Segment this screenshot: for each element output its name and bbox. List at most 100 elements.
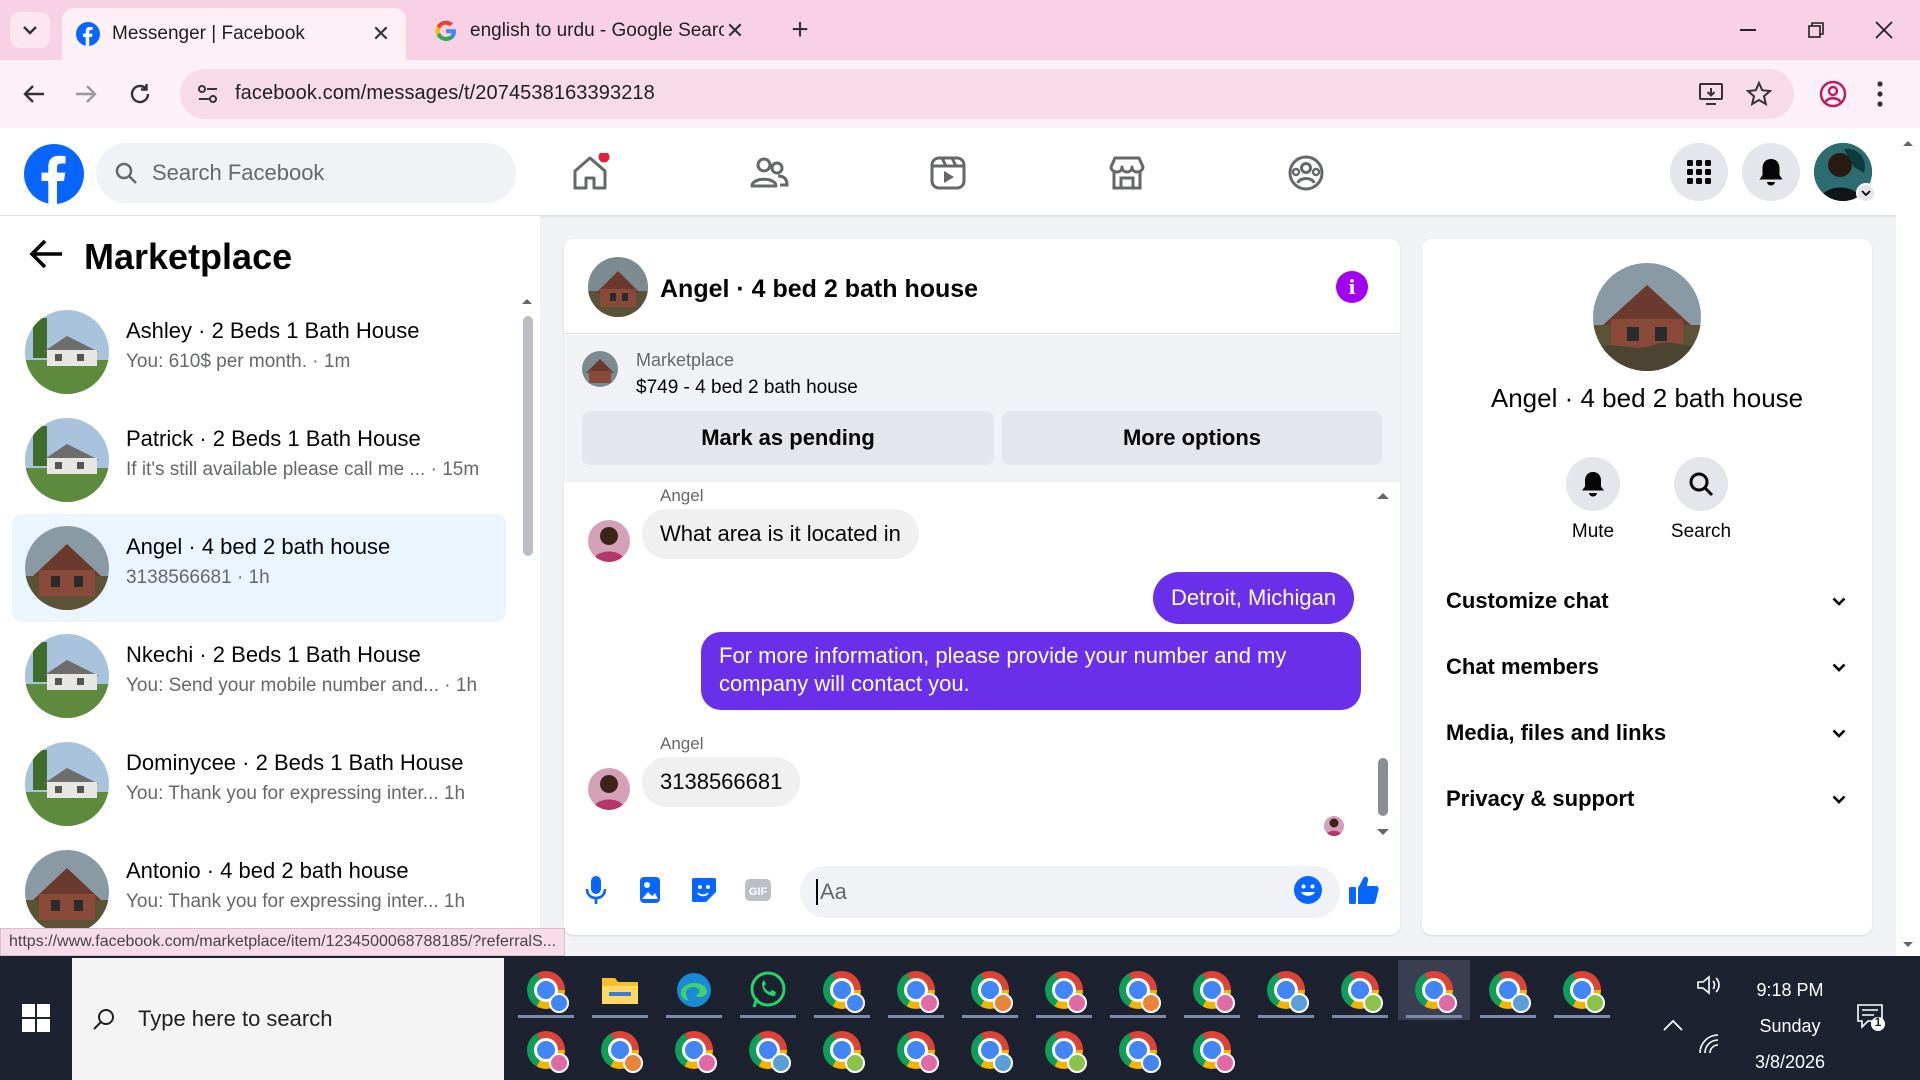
show-hidden-icons-chevron-icon[interactable] xyxy=(1662,1016,1684,1037)
nav-groups-button[interactable] xyxy=(1281,148,1331,198)
taskbar-chrome-app[interactable] xyxy=(1102,1020,1174,1080)
message-bubble-outgoing[interactable]: For more information, please provide you… xyxy=(701,632,1361,710)
more-options-button[interactable]: More options xyxy=(1002,411,1382,465)
taskbar-edge-app[interactable] xyxy=(658,960,730,1020)
chat-avatar[interactable] xyxy=(588,257,648,317)
taskbar-chrome-app[interactable] xyxy=(1102,960,1174,1020)
sticker-button[interactable] xyxy=(686,872,722,908)
media-files-links-row[interactable]: Media, files and links xyxy=(1446,713,1846,753)
forward-button[interactable] xyxy=(66,74,106,114)
tab-google-search[interactable]: english to urdu - Google Search ✕ xyxy=(420,8,760,54)
close-window-button[interactable] xyxy=(1860,10,1908,50)
message-bubble-incoming[interactable]: 3138566681 xyxy=(642,757,801,807)
taskbar-chrome-app[interactable] xyxy=(1176,1020,1248,1080)
taskbar-chrome-app[interactable] xyxy=(954,1020,1026,1080)
profile-avatar-large[interactable] xyxy=(1593,263,1701,371)
taskbar-chrome-app[interactable] xyxy=(1324,960,1396,1020)
notification-center-icon[interactable]: 1 xyxy=(1856,1002,1886,1037)
scrollbar-thumb[interactable] xyxy=(523,316,533,556)
install-app-icon[interactable] xyxy=(1698,81,1724,112)
network-icon[interactable] xyxy=(1698,1034,1722,1059)
bookmark-star-icon[interactable] xyxy=(1745,80,1773,112)
tab-close-icon[interactable]: ✕ xyxy=(724,18,746,44)
facebook-logo[interactable] xyxy=(24,144,84,204)
taskbar-chrome-app[interactable] xyxy=(1250,960,1322,1020)
nav-video-button[interactable] xyxy=(923,148,973,198)
taskbar-chrome-app[interactable] xyxy=(658,1020,730,1080)
scrollbar-thumb[interactable] xyxy=(1378,758,1388,816)
scroll-up-icon[interactable] xyxy=(1375,490,1391,500)
back-arrow-button[interactable] xyxy=(28,238,64,275)
sender-avatar[interactable] xyxy=(588,768,630,810)
taskbar-chrome-app[interactable] xyxy=(806,1020,878,1080)
address-bar[interactable]: facebook.com/messages/t/2074538163393218 xyxy=(180,69,1794,119)
listing-thumbnail[interactable] xyxy=(582,351,618,387)
tab-close-icon[interactable]: ✕ xyxy=(370,21,392,47)
profile-icon[interactable] xyxy=(1818,79,1848,114)
notifications-button[interactable] xyxy=(1742,143,1800,201)
taskbar-chrome-app[interactable] xyxy=(1028,960,1100,1020)
emoji-button[interactable] xyxy=(1290,872,1326,908)
facebook-search-input[interactable]: Search Facebook xyxy=(96,143,516,203)
gif-button[interactable]: GIF xyxy=(740,872,776,908)
nav-marketplace-button[interactable] xyxy=(1102,148,1152,198)
chat-title[interactable]: Angel · 4 bed 2 bath house xyxy=(660,275,978,304)
mark-pending-button[interactable]: Mark as pending xyxy=(582,411,994,465)
conversation-item[interactable]: Angel · 4 bed 2 bath house 3138566681 · 1… xyxy=(12,514,506,622)
like-button[interactable] xyxy=(1346,872,1382,908)
menu-button[interactable] xyxy=(1670,143,1728,201)
nav-friends-button[interactable] xyxy=(744,148,794,198)
message-input[interactable]: Aa xyxy=(800,866,1340,918)
taskbar-chrome-app[interactable] xyxy=(1028,1020,1100,1080)
page-scrollbar[interactable] xyxy=(1896,128,1920,956)
taskbar-chrome-app[interactable] xyxy=(584,1020,656,1080)
info-button[interactable]: i xyxy=(1336,271,1368,303)
new-tab-button[interactable]: + xyxy=(782,12,818,48)
scroll-down-icon[interactable] xyxy=(1901,940,1915,950)
taskbar-chrome-app[interactable] xyxy=(732,1020,804,1080)
mute-button[interactable]: Mute xyxy=(1553,457,1633,543)
taskbar-chrome-app[interactable] xyxy=(510,960,582,1020)
tab-search-button[interactable] xyxy=(10,12,50,48)
conversation-item[interactable]: Dominycee · 2 Beds 1 Bath House You: Than… xyxy=(12,730,506,838)
taskbar-chrome-app[interactable] xyxy=(1398,960,1470,1020)
back-button[interactable] xyxy=(14,74,54,114)
taskbar-chrome-app[interactable] xyxy=(1546,960,1618,1020)
taskbar-clock[interactable]: 9:18 PM Sunday 3/8/2026 xyxy=(1740,972,1840,1080)
taskbar-search-input[interactable]: Type here to search xyxy=(72,958,504,1080)
restore-button[interactable] xyxy=(1792,10,1840,50)
taskbar-chrome-app[interactable] xyxy=(880,960,952,1020)
taskbar-chrome-app[interactable] xyxy=(954,960,1026,1020)
start-button[interactable] xyxy=(0,956,72,1080)
scroll-down-icon[interactable] xyxy=(1375,828,1391,838)
conversation-item[interactable]: Ashley · 2 Beds 1 Bath House You: 610$ pe… xyxy=(12,298,506,406)
taskbar-whatsapp-app[interactable] xyxy=(732,960,804,1020)
attach-photo-button[interactable] xyxy=(632,872,668,908)
tab-messenger[interactable]: Messenger | Facebook ✕ xyxy=(62,8,406,60)
message-bubble-incoming[interactable]: What area is it located in xyxy=(642,509,919,559)
taskbar-chrome-app[interactable] xyxy=(1472,960,1544,1020)
sender-avatar[interactable] xyxy=(588,520,630,562)
search-in-chat-button[interactable]: Search xyxy=(1661,457,1741,543)
volume-icon[interactable] xyxy=(1696,974,1722,1001)
minimize-button[interactable] xyxy=(1724,10,1772,50)
chrome-menu-icon[interactable] xyxy=(1876,80,1884,113)
chat-members-row[interactable]: Chat members xyxy=(1446,647,1846,687)
scroll-up-icon[interactable] xyxy=(520,296,534,306)
privacy-support-row[interactable]: Privacy & support xyxy=(1446,779,1846,819)
conversation-item[interactable]: Nkechi · 2 Beds 1 Bath House You: Send yo… xyxy=(12,622,506,730)
account-chevron-icon[interactable] xyxy=(1856,183,1876,203)
reload-button[interactable] xyxy=(120,74,160,114)
voice-clip-button[interactable] xyxy=(578,872,614,908)
scroll-up-icon[interactable] xyxy=(1901,138,1915,148)
taskbar-chrome-app[interactable] xyxy=(510,1020,582,1080)
taskbar-chrome-app[interactable] xyxy=(806,960,878,1020)
customize-chat-row[interactable]: Customize chat xyxy=(1446,581,1846,621)
conversation-item[interactable]: Patrick · 2 Beds 1 Bath House If it's sti… xyxy=(12,406,506,514)
taskbar-chrome-app[interactable] xyxy=(1176,960,1248,1020)
taskbar-chrome-app[interactable] xyxy=(880,1020,952,1080)
site-info-icon[interactable] xyxy=(196,82,220,111)
listing-title[interactable]: $749 - 4 bed 2 bath house xyxy=(636,377,858,399)
taskbar-file-explorer-app[interactable] xyxy=(584,960,656,1020)
nav-home-button[interactable] xyxy=(565,148,615,198)
